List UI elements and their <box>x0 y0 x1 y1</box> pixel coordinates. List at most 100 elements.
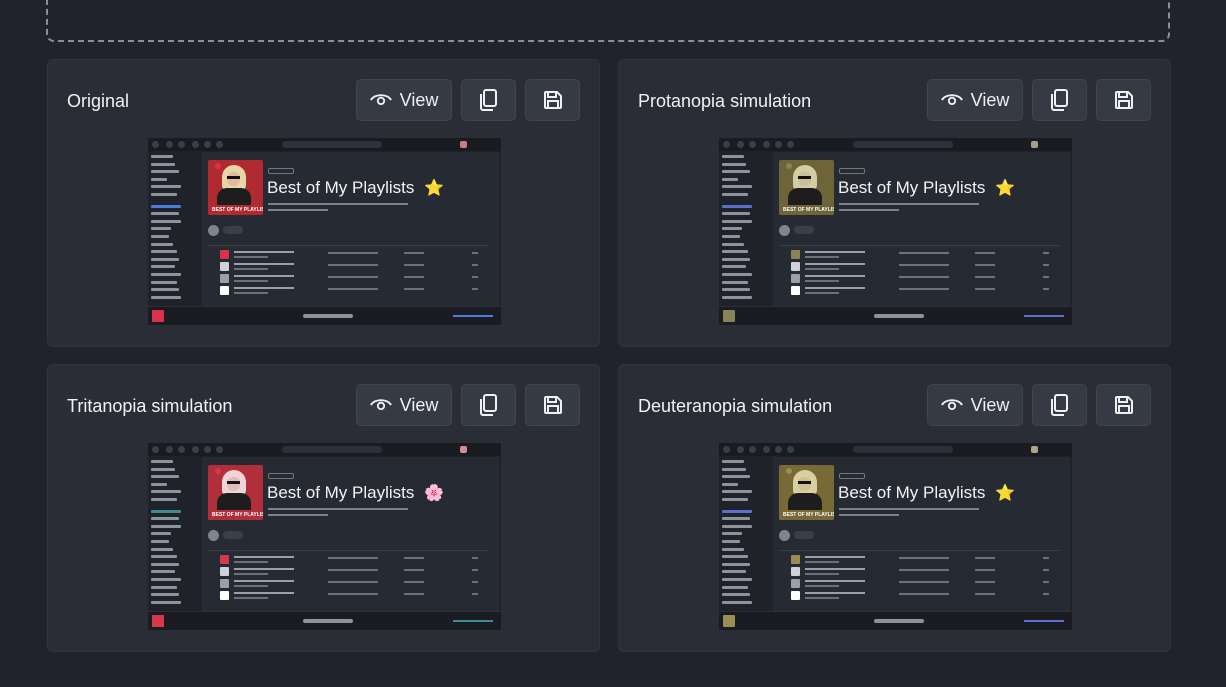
track-date <box>975 264 995 266</box>
sidebar-line <box>151 204 181 208</box>
track-row[interactable] <box>779 567 1059 577</box>
copy-button[interactable] <box>461 79 516 121</box>
preview-titlebar <box>148 138 501 151</box>
sidebar-line <box>151 212 179 216</box>
sidebar-line <box>151 219 181 223</box>
save-button[interactable] <box>1096 384 1151 426</box>
track-row[interactable] <box>779 555 1059 565</box>
copy-icon <box>479 394 498 416</box>
track-artist <box>234 292 268 294</box>
track-row[interactable] <box>208 286 488 296</box>
preview-player-bar <box>719 306 1072 325</box>
track-album <box>328 581 378 583</box>
track-duration <box>472 252 478 254</box>
track-date <box>404 569 424 571</box>
sidebar-line <box>722 219 752 223</box>
track-row[interactable] <box>779 250 1059 260</box>
eye-icon <box>369 397 392 413</box>
track-row[interactable] <box>208 591 488 601</box>
view-button[interactable]: View <box>356 79 452 121</box>
drop-zone[interactable] <box>46 0 1170 42</box>
track-title <box>805 287 865 289</box>
sidebar-line <box>722 578 752 581</box>
view-button[interactable]: View <box>356 384 452 426</box>
track-album <box>899 557 949 559</box>
public-playlist-tag <box>268 473 294 479</box>
star-icon: ⭐ <box>995 485 1015 502</box>
track-date <box>975 593 995 595</box>
track-artist <box>805 268 839 270</box>
simulation-preview-image: BEST OF MY PLAYLISTS Best of My Playlist… <box>148 138 501 325</box>
sidebar-line <box>722 155 744 158</box>
view-button-label: View <box>399 89 439 110</box>
copy-button[interactable] <box>1032 384 1087 426</box>
track-row[interactable] <box>779 274 1059 284</box>
view-button-label: View <box>970 89 1010 110</box>
view-button[interactable]: View <box>927 384 1023 426</box>
track-row[interactable] <box>208 262 488 272</box>
track-duration <box>472 264 478 266</box>
track-album <box>328 252 378 254</box>
track-title <box>805 592 865 594</box>
track-artist <box>234 597 268 599</box>
track-row[interactable] <box>779 579 1059 589</box>
sidebar-line <box>722 185 752 189</box>
track-album <box>899 581 949 583</box>
track-title <box>234 251 294 253</box>
track-row[interactable] <box>779 591 1059 601</box>
player-controls <box>874 619 924 623</box>
view-button[interactable]: View <box>927 79 1023 121</box>
sidebar-line <box>722 585 748 589</box>
star-icon: ⭐ <box>995 180 1015 197</box>
track-artist <box>805 256 839 258</box>
sidebar-line <box>151 170 179 174</box>
sidebar-line <box>722 204 752 208</box>
track-row[interactable] <box>208 250 488 260</box>
public-playlist-tag <box>839 168 865 174</box>
track-art <box>791 250 800 259</box>
track-row[interactable] <box>208 274 488 284</box>
simulation-card: Original View BEST OF MY PLAYLI Best of … <box>47 59 600 347</box>
track-title <box>805 251 865 253</box>
sidebar-line <box>151 467 175 471</box>
track-album <box>328 593 378 595</box>
star-icon: ⭐ <box>424 180 444 197</box>
sidebar-line <box>722 524 752 528</box>
sidebar-line <box>722 540 740 543</box>
copy-button[interactable] <box>1032 79 1087 121</box>
sidebar-line <box>722 288 750 292</box>
track-artist <box>234 268 268 270</box>
view-button-label: View <box>399 394 439 415</box>
save-button[interactable] <box>525 384 580 426</box>
save-button[interactable] <box>525 79 580 121</box>
preview-search <box>282 141 382 148</box>
preview-search <box>853 446 953 453</box>
sidebar-line <box>722 460 744 463</box>
sidebar-line <box>722 509 752 513</box>
track-duration <box>1043 581 1049 583</box>
preview-main: BEST OF MY PLAYLISTS Best of My Playlist… <box>773 457 1070 611</box>
sidebar-line <box>151 570 175 574</box>
track-title <box>805 568 865 570</box>
copy-button[interactable] <box>461 384 516 426</box>
preview-titlebar <box>148 443 501 456</box>
sidebar-line <box>151 235 169 238</box>
copy-icon <box>1050 394 1069 416</box>
sidebar-line <box>151 475 179 479</box>
track-album <box>899 276 949 278</box>
track-date <box>404 276 424 278</box>
track-row[interactable] <box>779 262 1059 272</box>
sidebar-line <box>151 295 181 299</box>
track-row[interactable] <box>208 579 488 589</box>
track-title <box>805 556 865 558</box>
track-row[interactable] <box>208 567 488 577</box>
preview-sidebar <box>151 155 199 305</box>
save-button[interactable] <box>1096 79 1151 121</box>
track-row[interactable] <box>208 555 488 565</box>
track-album <box>328 276 378 278</box>
track-art <box>791 262 800 271</box>
sidebar-line <box>151 155 173 158</box>
track-duration <box>1043 276 1049 278</box>
playlist-cover: BEST OF MY PLAYLISTS <box>208 160 263 215</box>
track-row[interactable] <box>779 286 1059 296</box>
